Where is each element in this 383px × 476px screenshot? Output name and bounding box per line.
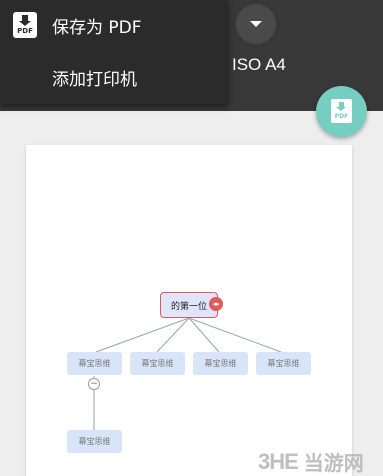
mindmap-child-node[interactable]: 幕宝思维: [256, 352, 311, 375]
mindmap-child-node[interactable]: 幕宝思维: [130, 352, 185, 375]
root-expand-icon[interactable]: ◂▸: [209, 297, 223, 311]
mindmap-grandchild-node[interactable]: 幕宝思维: [67, 430, 122, 453]
mindmap-child-node[interactable]: 幕宝思维: [67, 352, 122, 375]
watermark: 3HE 当游网: [258, 447, 364, 476]
watermark-logo: 3HE: [258, 448, 299, 474]
mindmap-child-node[interactable]: 幕宝思维: [193, 352, 248, 375]
watermark-site: 当游网: [303, 451, 364, 475]
collapse-icon[interactable]: −: [88, 378, 100, 390]
mindmap-connectors: [93, 317, 282, 430]
